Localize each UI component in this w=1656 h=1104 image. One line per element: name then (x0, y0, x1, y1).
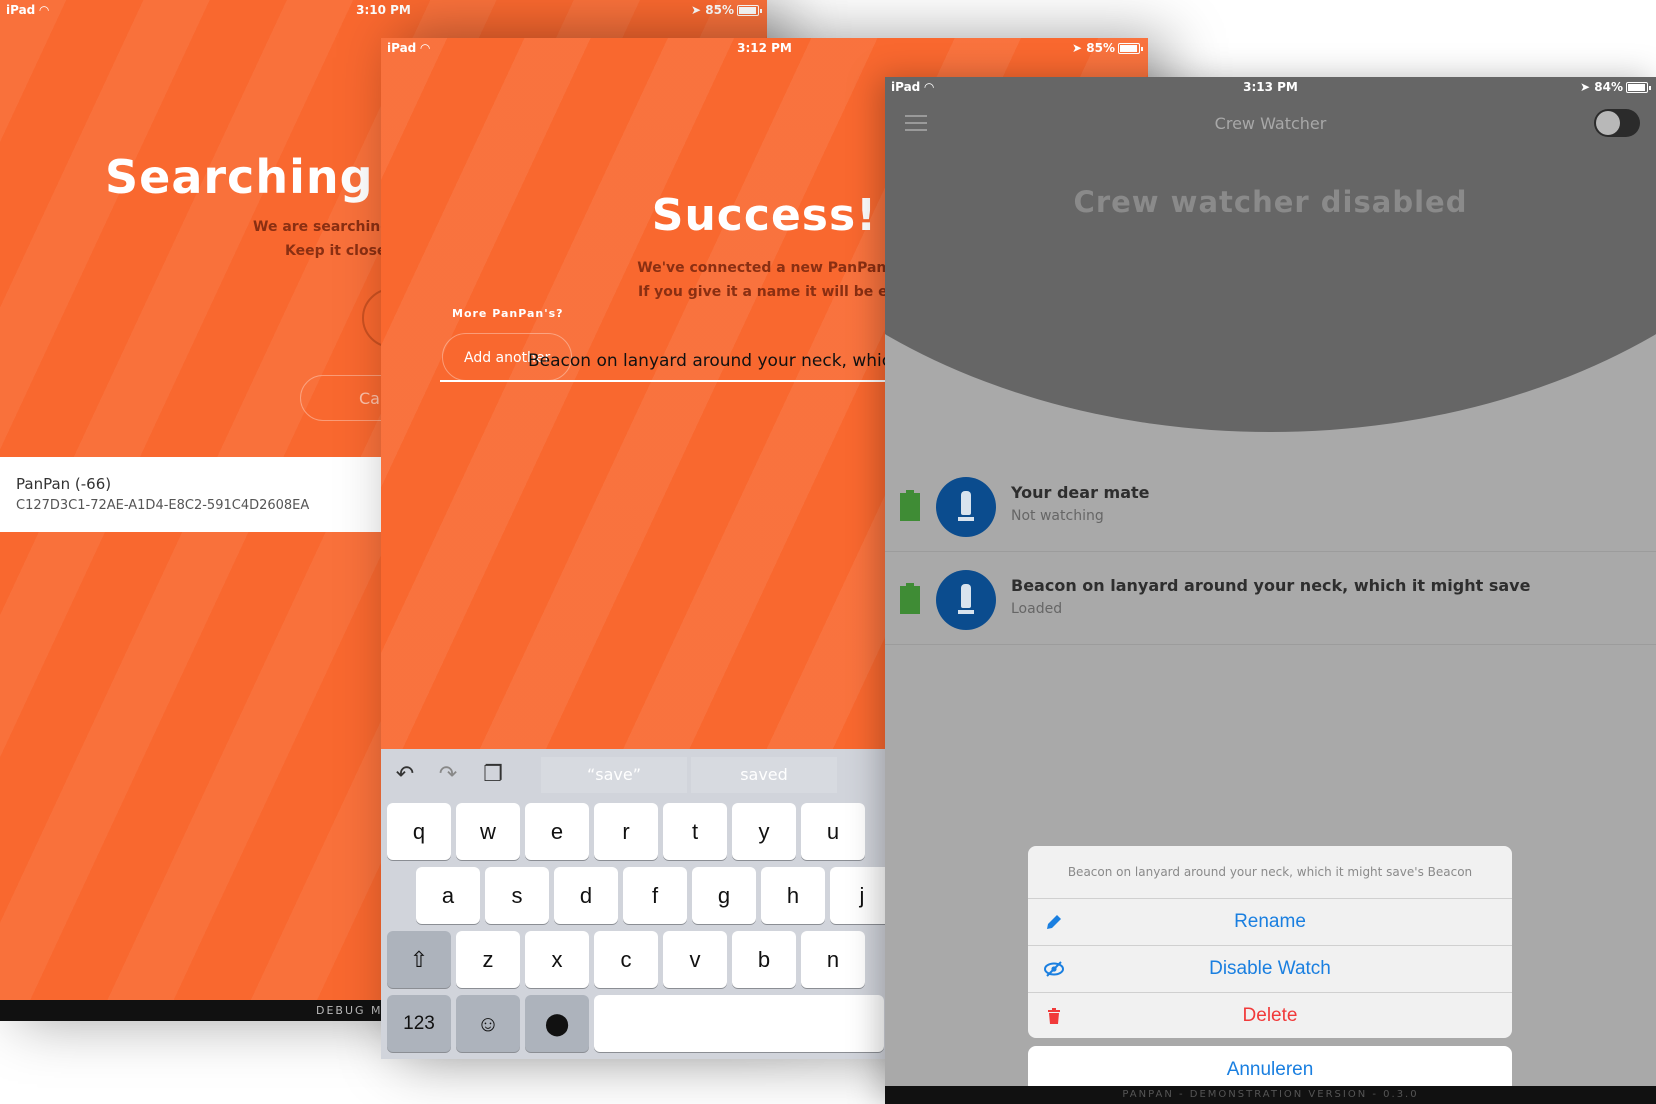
space-key[interactable] (594, 995, 884, 1052)
status-time: 3:13 PM (1243, 80, 1298, 94)
action-sheet-title: Beacon on lanyard around your neck, whic… (1028, 846, 1512, 899)
undo-icon[interactable]: ↶ (391, 761, 419, 789)
shift-key[interactable]: ⇧ (387, 931, 451, 988)
beacon-name: Beacon on lanyard around your neck, whic… (1011, 576, 1531, 595)
battery-status: ➤ 85% (1072, 41, 1143, 55)
suggestion-1[interactable]: “save” (541, 757, 687, 793)
version-footer: PANPAN - DEMONSTRATION VERSION - 0.3.0 (885, 1086, 1656, 1104)
key[interactable]: r (594, 803, 658, 860)
key[interactable]: y (732, 803, 796, 860)
subtitle-line-2: Keep it close (285, 243, 387, 259)
location-icon: ➤ (1072, 41, 1083, 55)
key[interactable]: n (801, 931, 865, 988)
battery-level-icon (900, 583, 920, 614)
key[interactable]: h (761, 867, 825, 924)
status-bar: iPad ◠ 3:13 PM ➤ 84% (885, 77, 1656, 97)
key[interactable]: c (594, 931, 658, 988)
action-sheet: Beacon on lanyard around your neck, whic… (1028, 846, 1512, 1038)
key[interactable]: w (456, 803, 520, 860)
battery-status: ➤ 85% (691, 3, 762, 17)
redo-icon[interactable]: ↷ (434, 761, 462, 789)
beacon-row[interactable]: Beacon on lanyard around your neck, whic… (885, 552, 1656, 645)
status-bar: iPad ◠ 3:12 PM ➤ 85% (381, 38, 1148, 58)
device-uuid: C127D3C1-72AE-A1D4-E8C2-591C4D2608EA (16, 498, 310, 513)
key[interactable]: q (387, 803, 451, 860)
shift-icon: ⇧ (409, 947, 429, 972)
microphone-key[interactable]: ⬤ (525, 995, 589, 1052)
key[interactable]: b (732, 931, 796, 988)
suggestion-2[interactable]: saved (691, 757, 837, 793)
key[interactable]: t (663, 803, 727, 860)
paste-icon[interactable]: ❐ (479, 761, 507, 789)
location-icon: ➤ (691, 3, 702, 17)
rename-label: Rename (1234, 911, 1306, 932)
beacon-avatar-icon (936, 570, 996, 630)
beacon-avatar-icon (936, 477, 996, 537)
key[interactable]: d (554, 867, 618, 924)
key[interactable]: g (692, 867, 756, 924)
status-bar: iPad ◠ 3:10 PM ➤ 85% (0, 0, 767, 20)
key[interactable]: e (525, 803, 589, 860)
emoji-key[interactable]: ☺ (456, 995, 520, 1052)
key[interactable]: v (663, 931, 727, 988)
rename-action[interactable]: Rename (1028, 899, 1512, 946)
beacon-row[interactable]: Your dear mate Not watching (885, 459, 1656, 552)
numbers-key[interactable]: 123 (387, 995, 451, 1052)
key[interactable]: x (525, 931, 589, 988)
eye-slash-icon (1044, 961, 1064, 977)
watch-toggle[interactable] (1594, 109, 1640, 137)
page-title: Searching f (105, 150, 412, 204)
trash-icon (1048, 1008, 1060, 1024)
device-name: PanPan (-66) (16, 475, 112, 493)
battery-level-icon (900, 490, 920, 521)
battery-icon (1626, 82, 1651, 93)
battery-icon (1118, 43, 1143, 54)
app-title: Crew Watcher (1214, 114, 1327, 133)
key[interactable]: a (416, 867, 480, 924)
beacon-status: Loaded (1011, 601, 1063, 617)
location-icon: ➤ (1580, 80, 1591, 94)
more-panpans-label: More PanPan's? (452, 307, 564, 320)
status-time: 3:12 PM (737, 41, 792, 55)
disable-watch-label: Disable Watch (1209, 958, 1331, 979)
battery-status: ➤ 84% (1580, 80, 1651, 94)
battery-icon (737, 5, 762, 16)
delete-action[interactable]: Delete (1028, 993, 1512, 1038)
key[interactable]: z (456, 931, 520, 988)
crew-watcher-screen: iPad ◠ 3:13 PM ➤ 84% Crew Watcher Crew w… (885, 77, 1656, 1104)
subtitle-line-1: We are searching (253, 219, 391, 235)
watcher-status-heading: Crew watcher disabled (1073, 185, 1468, 219)
microphone-icon: ⬤ (544, 1011, 570, 1036)
pencil-icon (1047, 915, 1061, 929)
subtitle-line-2: If you give it a name it will be easier (638, 284, 927, 300)
key[interactable]: u (801, 803, 865, 860)
beacon-name: Your dear mate (1011, 483, 1150, 502)
key[interactable]: s (485, 867, 549, 924)
beacon-status: Not watching (1011, 508, 1104, 524)
disable-watch-action[interactable]: Disable Watch (1028, 946, 1512, 993)
delete-label: Delete (1242, 1005, 1298, 1026)
emoji-icon: ☺ (476, 1011, 500, 1036)
status-time: 3:10 PM (356, 3, 411, 17)
key[interactable]: f (623, 867, 687, 924)
